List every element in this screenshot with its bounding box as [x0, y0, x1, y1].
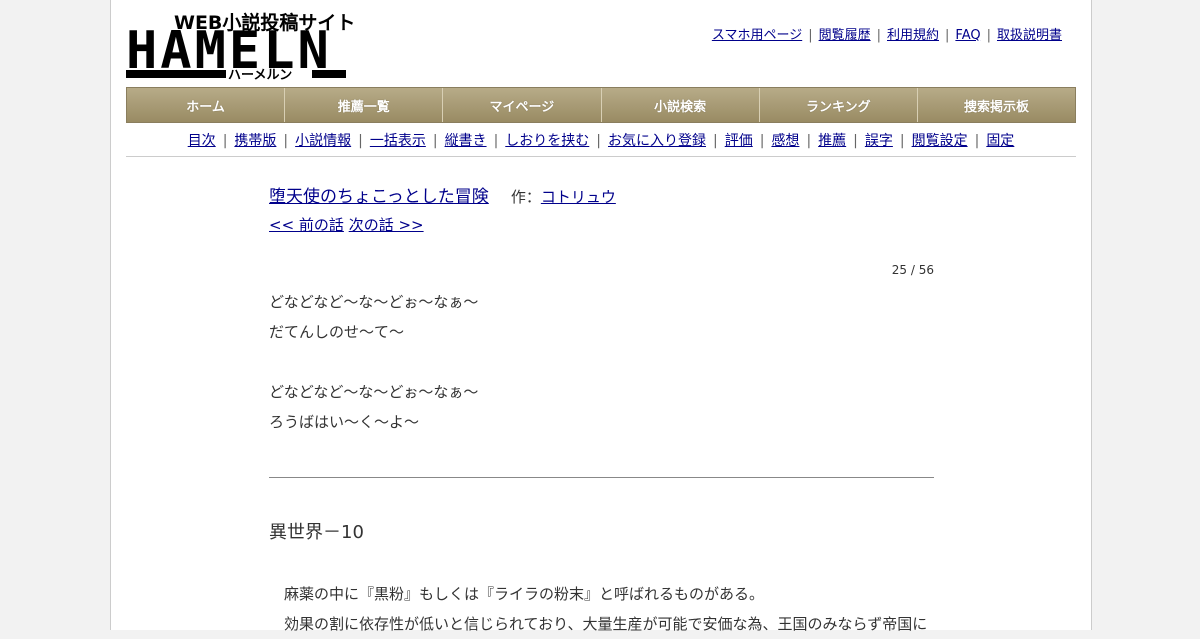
nav-recommendations[interactable]: 推薦一覧	[285, 88, 444, 122]
link-smartphone-page[interactable]: スマホ用ページ	[712, 28, 802, 43]
body-paragraph: 麻薬の中に『黒粉』もしくは『ライラの粉末』と呼ばれるものがある。	[284, 585, 765, 603]
separator: |	[759, 133, 765, 149]
subnav-vertical[interactable]: 縦書き	[445, 133, 487, 149]
subnav-recommend[interactable]: 推薦	[818, 133, 846, 149]
subnav-rating[interactable]: 評価	[725, 133, 753, 149]
author-prefix: 作：	[510, 188, 541, 206]
subnav-toc[interactable]: 目次	[188, 133, 216, 149]
subnav-bookmark[interactable]: しおりを挟む	[505, 133, 589, 149]
novel-title-link[interactable]: 堕天使のちょこっとした冒険	[269, 187, 489, 207]
author-link[interactable]: コトリュウ	[541, 188, 616, 206]
subnav-novel-info[interactable]: 小説情報	[295, 133, 351, 149]
separator: |	[899, 133, 905, 149]
foreword-line: どなどなど～な～どぉ～なぁ～	[269, 383, 479, 401]
separator: |	[283, 133, 289, 149]
sub-nav: 目次 | 携帯版 | 小説情報 | 一括表示 | 縦書き | しおりを挟む | お気に入り登録 | 評価 | 感…	[126, 130, 1076, 150]
link-terms[interactable]: 利用規約	[887, 28, 939, 43]
nav-novel-search[interactable]: 小説検索	[601, 88, 760, 122]
foreword: どなどなど～な～どぉ～なぁ～ だてんしのせ～て～ どなどなど～な～どぉ～なぁ～ …	[269, 287, 934, 437]
subnav-comments[interactable]: 感想	[771, 133, 799, 149]
foreword-line: ろうばはい～く～よ～	[269, 413, 420, 431]
nav-home[interactable]: ホーム	[127, 88, 286, 122]
separator: |	[945, 28, 950, 43]
subnav-view-settings[interactable]: 閲覧設定	[912, 133, 968, 149]
logo-bar-left	[126, 70, 226, 78]
chapter-nav: << 前の話 次の話 >>	[269, 214, 934, 235]
separator: |	[222, 133, 228, 149]
separator: |	[876, 28, 881, 43]
section-divider	[269, 477, 934, 478]
subnav-divider	[126, 156, 1076, 157]
separator: |	[493, 133, 499, 149]
foreword-line: だてんしのせ～て～	[269, 323, 405, 341]
separator: |	[806, 133, 812, 149]
page-container: WEB小説投稿サイト HAMELN ハーメルン スマホ用ページ | 閲覧履歴 | 利用規…	[110, 0, 1092, 633]
title-row: 堕天使のちょこっとした冒険 作：コトリュウ	[269, 180, 934, 214]
chapter-title: 異世界－10	[269, 522, 364, 543]
subnav-mobile[interactable]: 携帯版	[234, 133, 276, 149]
page-count: 25 / 56	[891, 263, 934, 277]
subnav-favorite[interactable]: お気に入り登録	[608, 133, 706, 149]
foreword-line: どなどなど～な～どぉ～なぁ～	[269, 293, 479, 311]
top-links: スマホ用ページ | 閲覧履歴 | 利用規約 | FAQ | 取扱説明書	[712, 24, 1062, 43]
nav-search-board[interactable]: 捜索掲示板	[917, 88, 1076, 122]
separator: |	[358, 133, 363, 149]
separator: |	[986, 28, 991, 43]
separator: |	[808, 28, 813, 43]
logo-kana: ハーメルン	[228, 68, 293, 83]
subnav-fixed[interactable]: 固定	[986, 133, 1014, 149]
link-history[interactable]: 閲覧履歴	[819, 28, 871, 43]
body-paragraph: 効果の割に依存性が低いと信じられており、大量生産が可能で安価な為、王国のみならず…	[284, 615, 928, 633]
novel-content: 堕天使のちょこっとした冒険 作：コトリュウ << 前の話 次の話 >> 25 / …	[269, 180, 934, 639]
hameln-logo[interactable]: WEB小説投稿サイト HAMELN ハーメルン	[126, 8, 355, 83]
next-chapter-link[interactable]: 次の話 >>	[349, 216, 424, 234]
logo-bar-right	[312, 70, 346, 78]
chapter-body: 麻薬の中に『黒粉』もしくは『ライラの粉末』と呼ばれるものがある。 効果の割に依存…	[269, 579, 934, 639]
separator: |	[432, 133, 438, 149]
subnav-show-all[interactable]: 一括表示	[370, 133, 426, 149]
prev-chapter-link[interactable]: << 前の話	[269, 216, 344, 234]
subnav-typo[interactable]: 誤字	[865, 133, 893, 149]
main-nav: ホーム 推薦一覧 マイページ 小説検索 ランキング 捜索掲示板	[126, 87, 1076, 123]
separator: |	[974, 133, 980, 149]
link-manual[interactable]: 取扱説明書	[997, 28, 1062, 43]
separator: |	[713, 133, 718, 149]
separator: |	[596, 133, 601, 149]
nav-mypage[interactable]: マイページ	[443, 88, 602, 122]
link-faq[interactable]: FAQ	[955, 28, 980, 43]
separator: |	[853, 133, 858, 149]
nav-ranking[interactable]: ランキング	[759, 88, 918, 122]
